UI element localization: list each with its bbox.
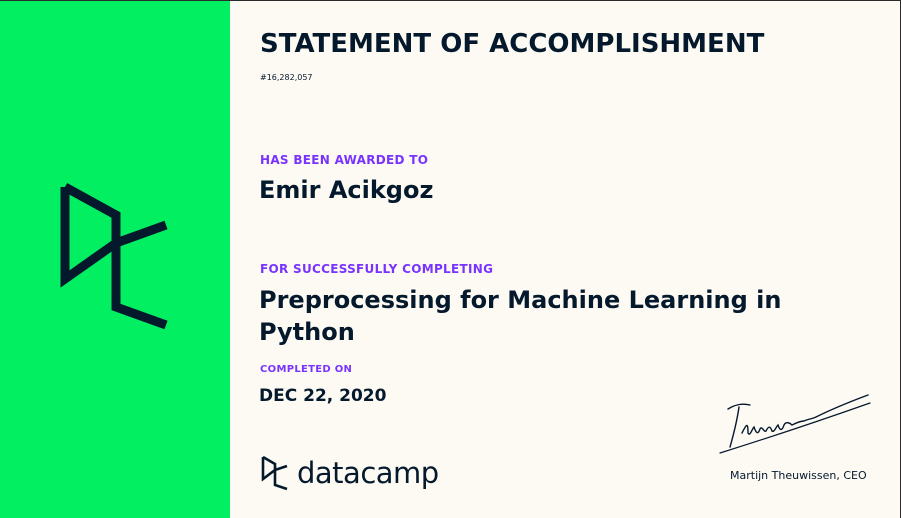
certificate-id: #16,282,057 bbox=[260, 73, 313, 82]
datacamp-small-logo-icon bbox=[261, 455, 288, 491]
completed-on-label: COMPLETED ON bbox=[260, 364, 353, 375]
brand-panel bbox=[0, 1, 230, 518]
certificate-title: STATEMENT OF ACCOMPLISHMENT bbox=[260, 29, 765, 59]
datacamp-brand: datacamp bbox=[261, 455, 439, 491]
datacamp-logo-icon bbox=[60, 183, 168, 329]
certificate: STATEMENT OF ACCOMPLISHMENT #16,282,057 … bbox=[0, 0, 901, 518]
signer-name: Martijn Theuwissen, CEO bbox=[730, 469, 867, 482]
brand-name: datacamp bbox=[297, 456, 439, 490]
completion-date: DEC 22, 2020 bbox=[259, 386, 387, 406]
completing-label: FOR SUCCESSFULLY COMPLETING bbox=[260, 262, 494, 276]
recipient-name: Emir Acikgoz bbox=[259, 176, 434, 204]
awarded-label: HAS BEEN AWARDED TO bbox=[260, 153, 429, 167]
course-title: Preprocessing for Machine Learning in Py… bbox=[259, 286, 782, 346]
ceo-signature bbox=[719, 394, 871, 454]
